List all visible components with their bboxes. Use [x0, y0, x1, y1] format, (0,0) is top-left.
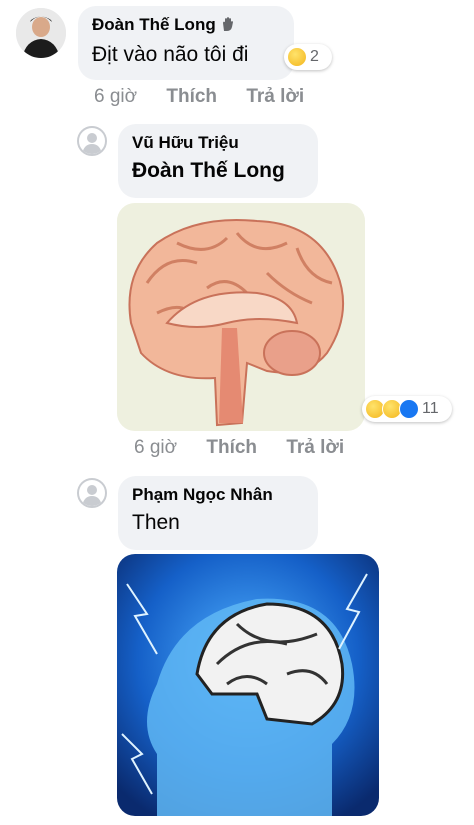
- comment-bubble: Vũ Hữu Triệu Đoàn Thế Long: [118, 124, 318, 198]
- reply-button[interactable]: Trả lời: [246, 86, 304, 107]
- like-icon: [399, 399, 419, 419]
- comment-time[interactable]: 6 giờ: [94, 86, 137, 107]
- hand-wave-icon: [220, 16, 236, 37]
- comment-actions: 6 giờ Thích Trả lời: [134, 437, 368, 459]
- comment-actions: 6 giờ Thích Trả lời: [94, 86, 328, 108]
- like-button[interactable]: Thích: [166, 86, 217, 107]
- sad-icon: [287, 47, 307, 67]
- comment-text: Then: [132, 511, 180, 534]
- glowing-brain-image[interactable]: [117, 554, 379, 816]
- comment-author[interactable]: Phạm Ngọc Nhân: [132, 485, 304, 505]
- comment-bubble: Phạm Ngọc Nhân Then: [118, 476, 318, 550]
- reaction-summary[interactable]: 2: [284, 44, 332, 70]
- avatar[interactable]: [77, 478, 107, 508]
- comment-author[interactable]: Vũ Hữu Triệu: [132, 133, 304, 153]
- reaction-count: 11: [422, 400, 439, 417]
- like-button[interactable]: Thích: [206, 437, 257, 458]
- comment-time[interactable]: 6 giờ: [134, 437, 177, 458]
- brain-illustration-image[interactable]: [117, 203, 365, 431]
- avatar[interactable]: [16, 8, 66, 58]
- reaction-count: 2: [310, 48, 319, 65]
- comment-bubble: Đoàn Thế Long Địt vào não tôi đi: [78, 6, 294, 80]
- mention-link[interactable]: Đoàn Thế Long: [132, 159, 304, 183]
- reply-button[interactable]: Trả lời: [286, 437, 344, 458]
- avatar[interactable]: [77, 126, 107, 156]
- comment-author[interactable]: Đoàn Thế Long: [92, 15, 280, 37]
- reaction-summary[interactable]: 11: [362, 396, 452, 422]
- comment-text: Địt vào não tôi đi: [92, 43, 249, 66]
